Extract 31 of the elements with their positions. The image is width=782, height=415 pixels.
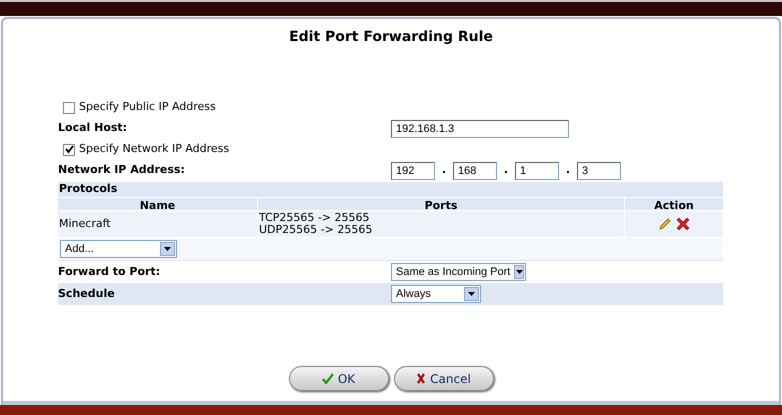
ip-separator: .	[440, 162, 448, 178]
ip-octet-field[interactable]: 3	[577, 162, 621, 180]
cancel-button[interactable]: Cancel	[394, 366, 494, 391]
schedule-select[interactable]: Always	[391, 285, 481, 303]
ip-octet-field[interactable]: 192	[391, 162, 435, 180]
section-title: Protocols	[58, 181, 118, 198]
checkbox-label: Specify Network IP Address	[79, 141, 230, 158]
ok-button[interactable]: OK	[288, 366, 388, 391]
pencil-icon[interactable]	[658, 217, 672, 231]
field-label: Local Host:	[58, 120, 128, 136]
ip-separator: .	[502, 162, 510, 178]
delete-icon[interactable]	[674, 216, 690, 232]
dialog-title: Edit Port Forwarding Rule	[288, 28, 494, 47]
ip-octet-field[interactable]: 168	[453, 162, 497, 180]
field-label: Network IP Address:	[58, 162, 186, 178]
table-cell-text: Minecraft	[58, 216, 112, 232]
checkbox[interactable]	[63, 102, 75, 114]
column-header: Name	[138, 198, 176, 210]
field-label: Forward to Port:	[58, 264, 162, 280]
ip-octet-field[interactable]: 1	[515, 162, 559, 180]
checkbox[interactable]	[63, 144, 75, 156]
port-mapping: TCP25565 -> 25565	[259, 212, 371, 224]
field-label: Schedule	[58, 286, 116, 302]
checkbox-label: Specify Public IP Address	[79, 99, 216, 116]
add-protocol-select[interactable]: Add...	[60, 240, 177, 258]
port-mapping: UDP25565 -> 25565	[259, 224, 374, 236]
ip-separator: .	[564, 162, 572, 178]
forward-port-select[interactable]: Same as Incoming Port	[391, 263, 526, 281]
checkmark-icon	[322, 373, 334, 384]
cross-icon	[416, 373, 426, 384]
local-host-field[interactable]: 192.168.1.3	[391, 120, 569, 138]
